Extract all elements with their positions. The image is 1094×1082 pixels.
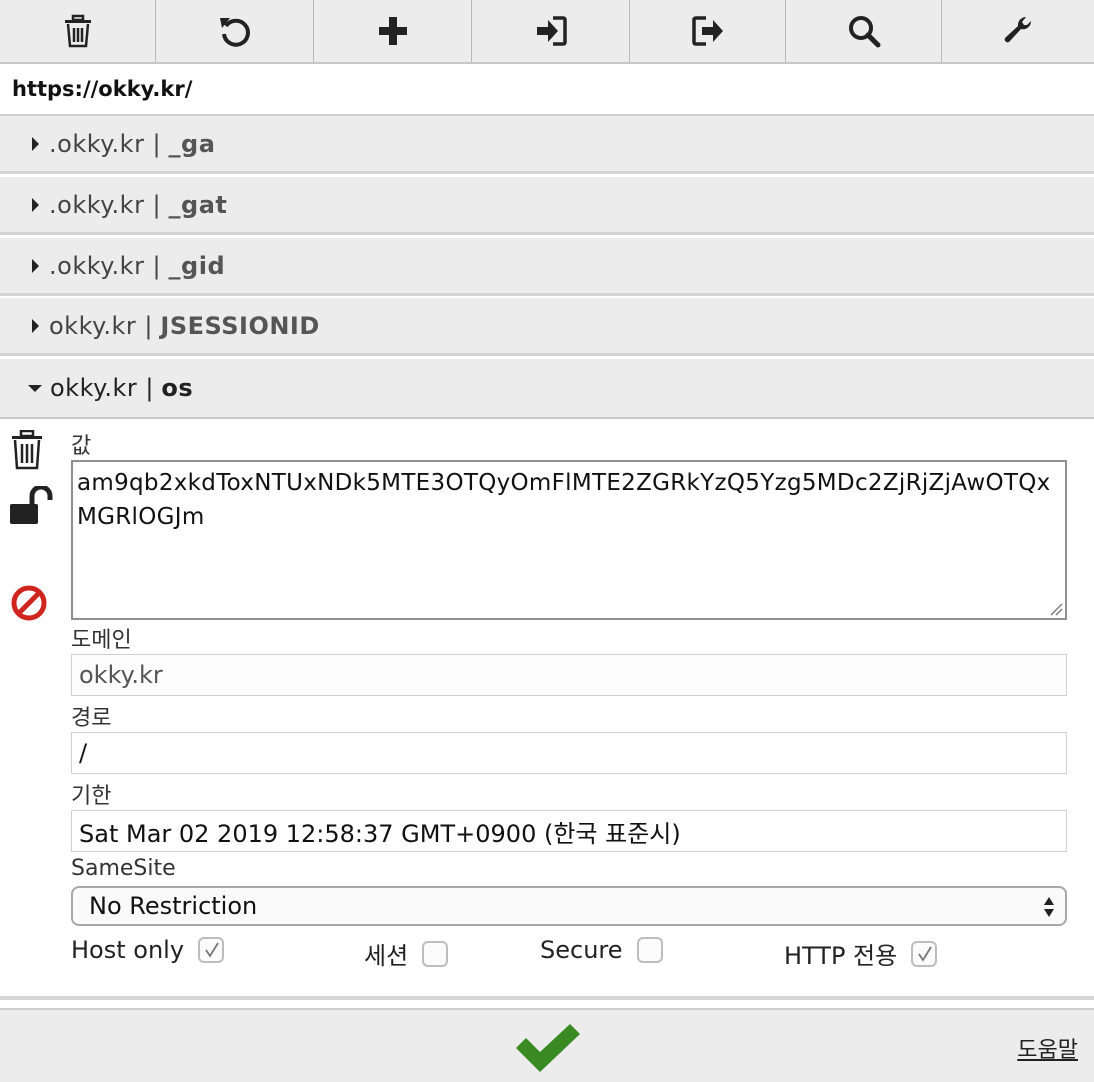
cookie-row[interactable]: .okky.kr | _ga — [0, 116, 1094, 174]
cookie-name: _gid — [168, 251, 226, 280]
path-value: / — [79, 739, 88, 767]
divider — [0, 996, 1094, 1000]
http-only-option: HTTP 전용 — [784, 936, 938, 971]
samesite-label: SameSite — [71, 856, 176, 881]
expires-value: Sat Mar 02 2019 12:58:37 GMT+0900 (한국 표준… — [79, 819, 681, 848]
trash-icon — [12, 429, 42, 470]
session-option: 세션 — [364, 936, 449, 971]
wrench-icon — [1004, 16, 1032, 43]
secure-checkbox[interactable] — [636, 937, 663, 963]
cookie-domain: okky.kr — [49, 311, 137, 340]
domain-field[interactable]: okky.kr — [71, 654, 1067, 696]
expires-field[interactable]: Sat Mar 02 2019 12:58:37 GMT+0900 (한국 표준… — [71, 810, 1067, 852]
separator: | — [145, 374, 154, 402]
cookie-domain: okky.kr — [50, 374, 138, 402]
cookie-name: _gat — [168, 190, 228, 219]
separator: | — [152, 190, 161, 219]
samesite-value: No Restriction — [89, 892, 258, 920]
plus-icon — [378, 17, 407, 45]
cookie-name: _ga — [168, 129, 216, 158]
session-label: 세션 — [364, 942, 409, 970]
host-only-checkbox[interactable] — [198, 937, 225, 963]
cookie-row[interactable]: okky.kr | JSESSIONID — [0, 298, 1094, 356]
delete-cookie-button[interactable] — [10, 429, 44, 474]
protect-cookie-button[interactable] — [8, 484, 54, 530]
value-text: am9qb2xkdToxNTUxNDk5MTE3OTQyOmFlMTE2ZGRk… — [77, 470, 1051, 530]
add-cookie-button[interactable] — [314, 0, 472, 62]
separator: | — [152, 129, 161, 158]
expand-arrow-icon — [32, 197, 39, 212]
settings-button[interactable] — [942, 0, 1094, 62]
samesite-select[interactable]: No Restriction — [71, 886, 1067, 926]
path-field[interactable]: / — [71, 732, 1067, 774]
host-only-label: Host only — [71, 936, 185, 964]
block-icon — [11, 585, 47, 621]
expand-arrow-icon — [32, 318, 39, 333]
delete-all-button[interactable] — [0, 0, 156, 62]
save-button[interactable] — [514, 1022, 582, 1074]
check-icon — [918, 946, 932, 962]
cookie-domain: .okky.kr — [49, 190, 145, 219]
export-icon — [691, 16, 723, 46]
cookie-row-expanded[interactable]: okky.kr | os — [0, 359, 1094, 419]
select-arrows-icon — [1044, 897, 1054, 917]
cookie-row[interactable]: .okky.kr | _gat — [0, 177, 1094, 235]
reset-button[interactable] — [156, 0, 314, 62]
expand-arrow-icon — [32, 258, 39, 273]
import-icon — [536, 16, 567, 46]
secure-option: Secure — [540, 936, 663, 964]
cookie-name: os — [161, 374, 194, 402]
session-checkbox[interactable] — [422, 940, 449, 967]
url-bar: https://okky.kr/ — [0, 64, 1094, 116]
expires-label: 기한 — [71, 784, 112, 809]
footer: 도움말 — [0, 1008, 1094, 1082]
domain-label: 도메인 — [71, 628, 132, 653]
resize-grip-icon[interactable] — [1049, 602, 1063, 616]
path-label: 경로 — [71, 706, 112, 731]
trash-icon — [64, 14, 91, 48]
separator: | — [144, 311, 153, 340]
value-label: 값 — [71, 434, 92, 459]
toolbar — [0, 0, 1094, 64]
help-link[interactable]: 도움말 — [1017, 1032, 1078, 1064]
http-only-label: HTTP 전용 — [784, 942, 898, 970]
checkmark-icon — [516, 1024, 580, 1072]
cookie-row[interactable]: .okky.kr | _gid — [0, 238, 1094, 296]
domain-value: okky.kr — [79, 661, 163, 689]
unlock-icon — [10, 484, 53, 524]
value-textarea[interactable]: am9qb2xkdToxNTUxNDk5MTE3OTQyOmFlMTE2ZGRk… — [71, 460, 1067, 620]
host-only-option: Host only — [71, 936, 225, 964]
check-icon — [205, 942, 219, 958]
separator: | — [152, 251, 161, 280]
http-only-checkbox[interactable] — [911, 940, 938, 967]
undo-icon — [219, 18, 250, 47]
export-button[interactable] — [630, 0, 786, 62]
import-button[interactable] — [472, 0, 630, 62]
collapse-arrow-icon — [28, 384, 42, 392]
current-url: https://okky.kr/ — [12, 77, 193, 101]
cookie-domain: .okky.kr — [49, 129, 145, 158]
cookie-domain: .okky.kr — [49, 251, 145, 280]
search-button[interactable] — [786, 0, 942, 62]
secure-label: Secure — [540, 936, 623, 964]
expand-arrow-icon — [32, 136, 39, 151]
block-cookie-button[interactable] — [10, 584, 48, 626]
cookie-name: JSESSIONID — [160, 311, 320, 340]
search-icon — [848, 16, 880, 48]
